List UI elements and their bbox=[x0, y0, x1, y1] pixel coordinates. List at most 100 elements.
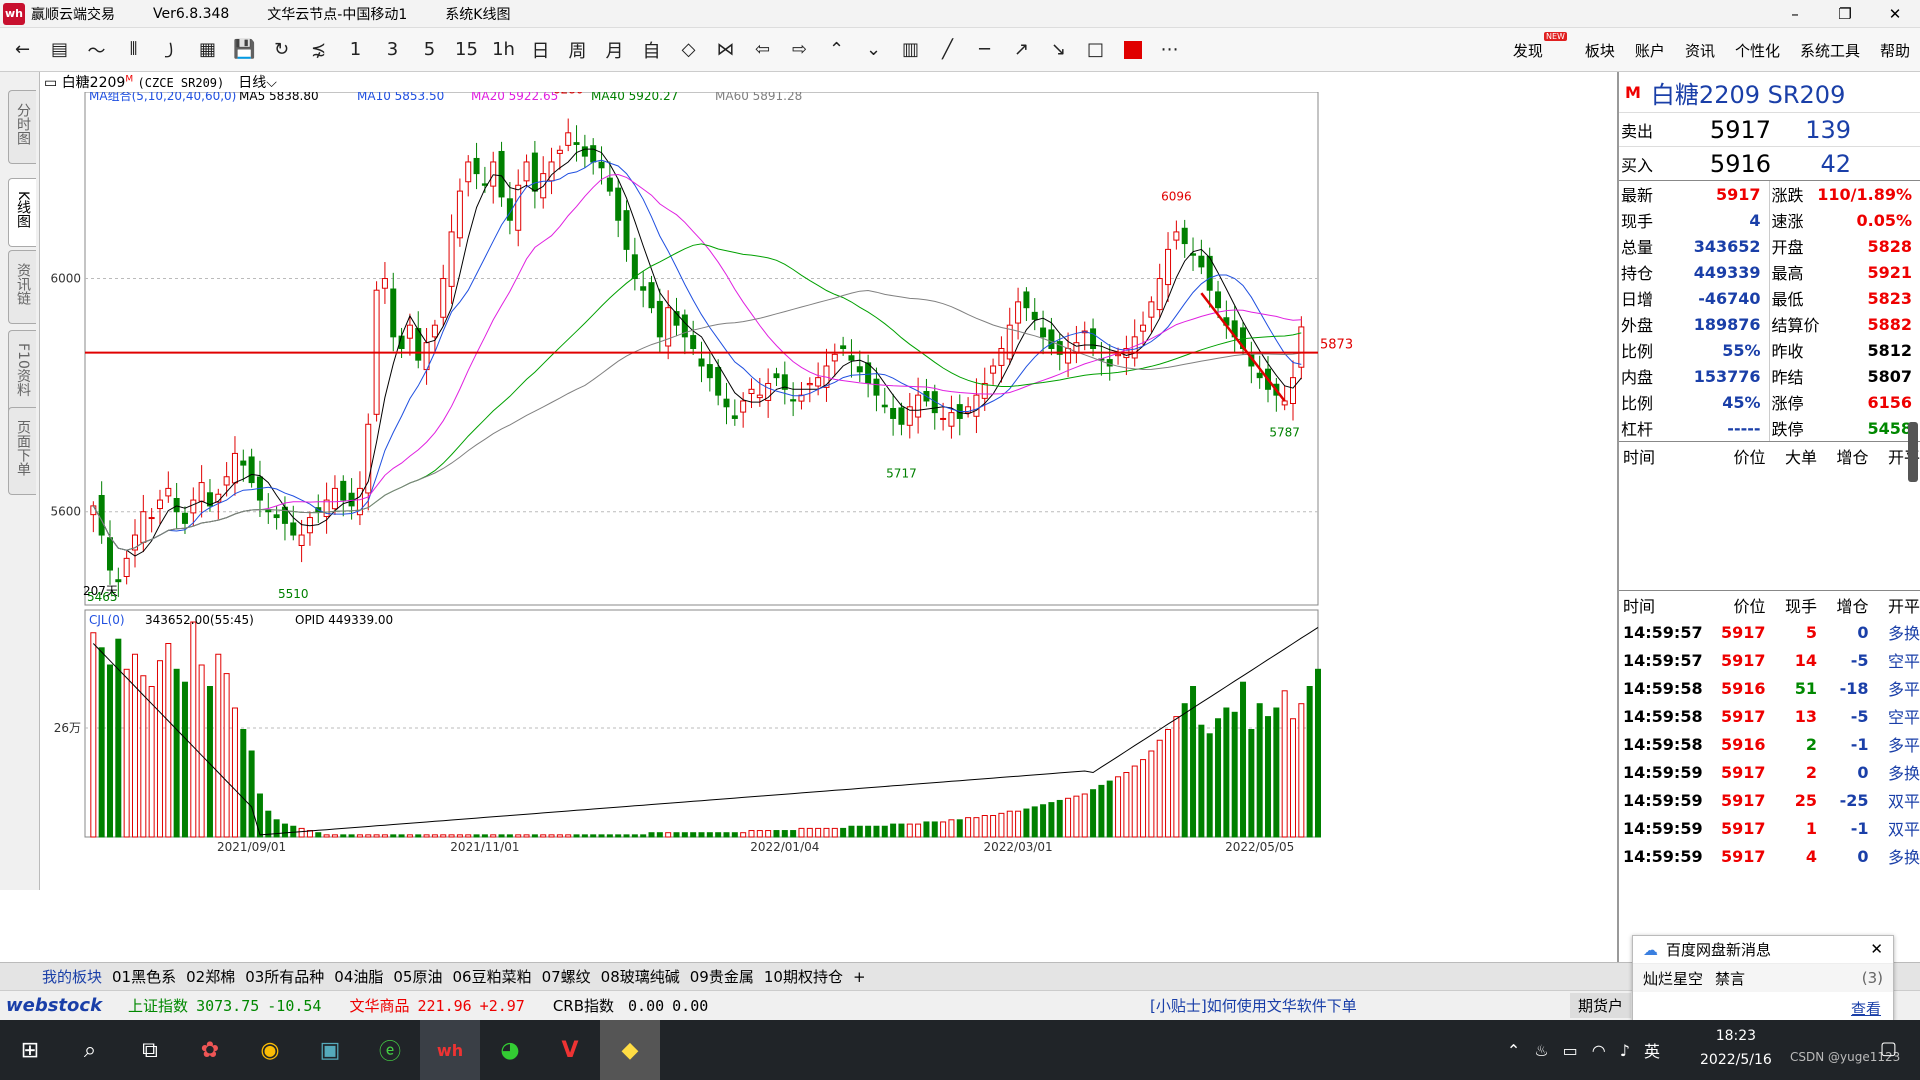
volume-bar[interactable] bbox=[373, 834, 380, 838]
vol-legend-cjl[interactable]: CJL(0) bbox=[89, 613, 125, 627]
volume-bar[interactable] bbox=[1031, 806, 1038, 838]
candle-body[interactable] bbox=[631, 254, 638, 280]
menu-6[interactable]: 帮助 bbox=[1880, 40, 1910, 61]
volume-bar[interactable] bbox=[640, 834, 647, 838]
volume-bar[interactable] bbox=[681, 832, 688, 838]
candle-body[interactable] bbox=[431, 324, 438, 338]
candle-body[interactable] bbox=[106, 537, 113, 571]
sector-tab-10[interactable]: 10期权持仓 bbox=[764, 966, 843, 987]
volume-bar[interactable] bbox=[140, 675, 147, 838]
volume-bar[interactable] bbox=[1056, 799, 1063, 838]
tick-row[interactable]: 14:59:59 5917 1 -1 双平 bbox=[1619, 814, 1920, 842]
volume-bar[interactable] bbox=[598, 834, 605, 838]
volume-bar[interactable] bbox=[1273, 707, 1280, 838]
candle-body[interactable] bbox=[715, 367, 722, 396]
candle-body[interactable] bbox=[706, 364, 713, 379]
candle-body[interactable] bbox=[948, 412, 955, 427]
volume-bar[interactable] bbox=[315, 832, 322, 838]
candle-body[interactable] bbox=[231, 452, 238, 484]
candle-body[interactable] bbox=[331, 487, 338, 510]
volume-bar[interactable] bbox=[773, 830, 780, 838]
candle-body[interactable] bbox=[1048, 329, 1055, 350]
volume-bar[interactable] bbox=[923, 821, 930, 838]
candle-body[interactable] bbox=[556, 149, 563, 154]
candle-body[interactable] bbox=[190, 499, 197, 514]
volume-bar[interactable] bbox=[956, 819, 963, 838]
candle-body[interactable] bbox=[1040, 327, 1047, 338]
toolbar-icon-29[interactable]: □ bbox=[1077, 32, 1114, 68]
volume-bar[interactable] bbox=[631, 834, 638, 838]
symbol-label[interactable]: ▭ 白糖2209M (CZCE SR209) bbox=[44, 72, 224, 92]
volume-bar[interactable] bbox=[590, 834, 597, 838]
candle-body[interactable] bbox=[665, 307, 672, 347]
ime-indicator[interactable]: 英 bbox=[1644, 1038, 1660, 1062]
candle-body[interactable] bbox=[165, 487, 172, 497]
volume-bar[interactable] bbox=[465, 834, 472, 838]
candle-body[interactable] bbox=[298, 534, 305, 546]
volume-bar[interactable] bbox=[1181, 703, 1188, 838]
candle-body[interactable] bbox=[1023, 291, 1030, 309]
app-pinwheel-icon[interactable]: ✿ bbox=[180, 1020, 240, 1080]
volume-bar[interactable] bbox=[231, 707, 238, 838]
menu-4[interactable]: 个性化 bbox=[1735, 40, 1780, 61]
tab-f10[interactable]: F10资料 bbox=[8, 330, 36, 416]
candle-body[interactable] bbox=[981, 382, 988, 399]
volume-bar[interactable] bbox=[831, 827, 838, 838]
candle-body[interactable] bbox=[890, 407, 897, 419]
volume-bar[interactable] bbox=[1015, 810, 1022, 838]
candle-body[interactable] bbox=[1015, 301, 1022, 324]
candle-body[interactable] bbox=[940, 417, 947, 420]
volume-bar[interactable] bbox=[915, 823, 922, 838]
tab-news-chain[interactable]: 资讯链 bbox=[8, 250, 36, 324]
volume-bar[interactable] bbox=[890, 823, 897, 838]
candle-body[interactable] bbox=[440, 278, 447, 318]
volume-bar[interactable] bbox=[1223, 707, 1230, 838]
volume-bar[interactable] bbox=[1290, 718, 1297, 838]
volume-bar[interactable] bbox=[1148, 750, 1155, 838]
toolbar-icon-22[interactable]: ⌃ bbox=[818, 32, 855, 68]
tick-row[interactable]: 14:59:57 5917 14 -5 空平 bbox=[1619, 646, 1920, 674]
volume-bar[interactable] bbox=[156, 660, 163, 838]
candle-body[interactable] bbox=[740, 400, 747, 413]
volume-bar[interactable] bbox=[573, 834, 580, 838]
volume-bar[interactable] bbox=[706, 832, 713, 838]
volume-bar[interactable] bbox=[331, 834, 338, 838]
volume-bar[interactable] bbox=[1240, 681, 1247, 838]
candle-body[interactable] bbox=[1031, 311, 1038, 320]
volume-bar[interactable] bbox=[948, 819, 955, 838]
toolbar-icon-10[interactable]: 3 bbox=[374, 32, 411, 68]
tab-fenshi[interactable]: 分时图 bbox=[8, 90, 36, 164]
panel-scrollbar[interactable] bbox=[1908, 422, 1918, 482]
wh-label[interactable]: 文华商品 bbox=[349, 995, 409, 1016]
wenhua-app-icon[interactable]: wh bbox=[420, 1020, 480, 1080]
volume-bar[interactable] bbox=[906, 823, 913, 838]
candle-body[interactable] bbox=[381, 278, 388, 289]
volume-bar[interactable] bbox=[1140, 759, 1147, 838]
volume-bar[interactable] bbox=[481, 834, 488, 838]
tick-row[interactable]: 14:59:58 5916 2 -1 多平 bbox=[1619, 730, 1920, 758]
candle-body[interactable] bbox=[581, 146, 588, 157]
tick-row[interactable]: 14:59:59 5917 2 0 多换 bbox=[1619, 758, 1920, 786]
candle-body[interactable] bbox=[490, 161, 497, 187]
toolbar-icon-24[interactable]: ▥ bbox=[892, 32, 929, 68]
search-icon[interactable]: ⌕ bbox=[60, 1020, 120, 1080]
volume-bar[interactable] bbox=[1023, 808, 1030, 838]
volume-bar[interactable] bbox=[765, 830, 772, 838]
candle-body[interactable] bbox=[390, 288, 397, 338]
kline-chart[interactable]: 6000560026万58736280551057176096578754652… bbox=[40, 92, 1617, 962]
toolbar-icon-19[interactable]: ⋈ bbox=[707, 32, 744, 68]
volume-bar[interactable] bbox=[1081, 793, 1088, 838]
tick-row[interactable]: 14:59:59 5917 4 0 多换 bbox=[1619, 842, 1920, 870]
candle-body[interactable] bbox=[531, 152, 538, 192]
volume-bar[interactable] bbox=[990, 815, 997, 838]
toolbar-icon-12[interactable]: 15 bbox=[448, 32, 485, 68]
volume-bar[interactable] bbox=[798, 827, 805, 838]
toolbar-icon-6[interactable]: 💾 bbox=[226, 32, 263, 68]
candle-body[interactable] bbox=[1156, 278, 1163, 311]
volume-bar[interactable] bbox=[1215, 718, 1222, 838]
volume-bar[interactable] bbox=[498, 834, 505, 838]
volume-bar[interactable] bbox=[381, 834, 388, 838]
volume-bar[interactable] bbox=[1165, 729, 1172, 838]
volume-bar[interactable] bbox=[756, 830, 763, 838]
volume-bar[interactable] bbox=[540, 834, 547, 838]
